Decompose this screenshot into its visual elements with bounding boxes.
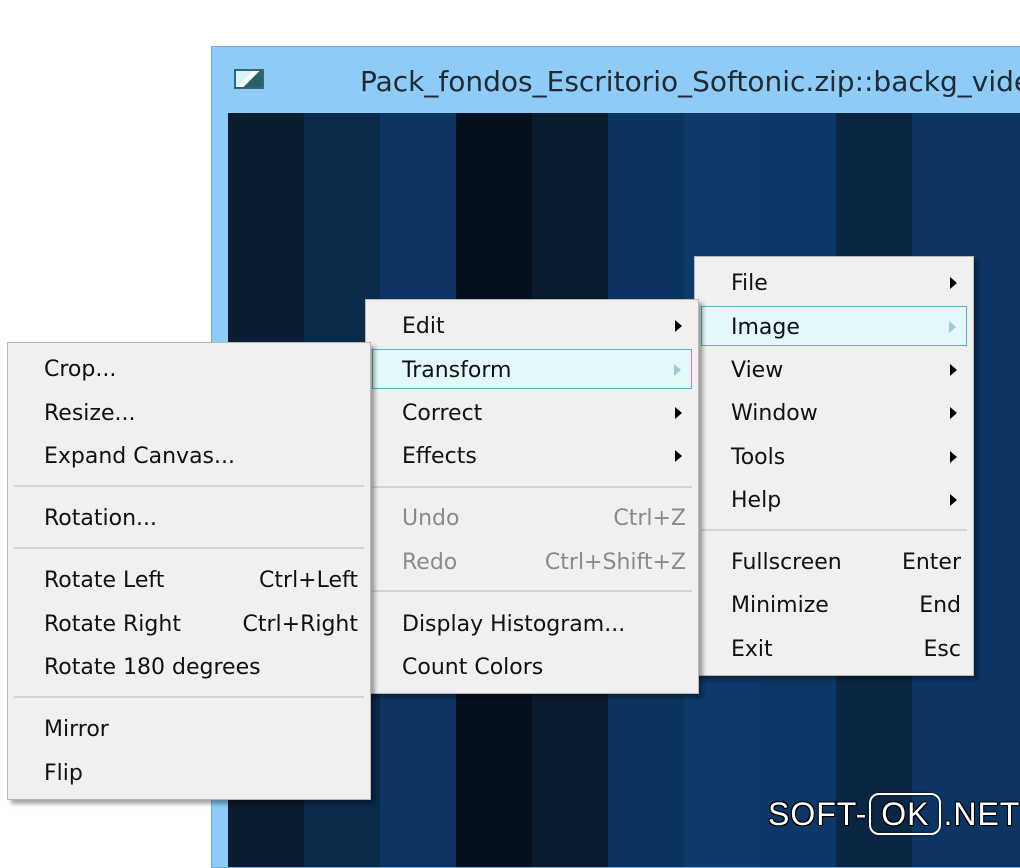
menu-item-shortcut: Ctrl+Z (613, 506, 686, 531)
menu-item-label: Exit (731, 637, 773, 662)
menu-item-display-histogram[interactable]: Display Histogram... (372, 604, 692, 644)
menu-item-label: Crop... (44, 357, 117, 382)
menu-item-file[interactable]: File (701, 263, 967, 303)
menu-item-shortcut: Ctrl+Shift+Z (544, 550, 686, 575)
menu-item-label: Edit (402, 314, 445, 339)
submenu-arrow-icon (675, 320, 682, 332)
transform-submenu: Crop... Resize... Expand Canvas... Rotat… (7, 342, 371, 800)
watermark: SOFT- OK .NET (768, 792, 1020, 836)
menu-item-redo[interactable]: Redo Ctrl+Shift+Z (372, 542, 692, 582)
menu-item-label: Rotate Right (44, 612, 181, 637)
menu-item-flip[interactable]: Flip (14, 753, 364, 793)
menu-item-label: Tools (731, 445, 786, 470)
submenu-arrow-icon (950, 451, 957, 463)
submenu-arrow-icon (950, 364, 957, 376)
submenu-arrow-icon (950, 277, 957, 289)
menu-item-label: Correct (402, 401, 483, 426)
menu-item-image[interactable]: Image (701, 306, 967, 346)
submenu-arrow-icon (950, 494, 957, 506)
menu-item-effects[interactable]: Effects (372, 436, 692, 476)
menu-item-label: Display Histogram... (402, 612, 626, 637)
menu-item-label: View (731, 358, 784, 383)
menu-item-label: Fullscreen (731, 550, 842, 575)
menu-item-crop[interactable]: Crop... (14, 349, 364, 389)
menu-item-shortcut: Enter (901, 550, 961, 575)
menu-item-label: Count Colors (402, 655, 544, 680)
menu-item-rotation[interactable]: Rotation... (14, 498, 364, 538)
menu-separator (14, 547, 364, 549)
menu-item-shortcut: End (919, 593, 961, 618)
menu-item-label: Rotate 180 degrees (44, 655, 261, 680)
menu-item-resize[interactable]: Resize... (14, 393, 364, 433)
menu-item-undo[interactable]: Undo Ctrl+Z (372, 498, 692, 538)
menu-item-exit[interactable]: Exit Esc (701, 629, 967, 669)
menu-item-rotate-180[interactable]: Rotate 180 degrees (14, 647, 364, 687)
window-title: Pack_fondos_Escritorio_Softonic.zip::bac… (360, 65, 1020, 98)
menu-item-fullscreen[interactable]: Fullscreen Enter (701, 542, 967, 582)
menu-item-tools[interactable]: Tools (701, 437, 967, 477)
main-context-menu: File Image View Window Tools Help Fullsc… (694, 256, 974, 676)
menu-item-label: Image (731, 315, 800, 340)
submenu-arrow-icon (949, 321, 956, 333)
watermark-ok: OK (869, 793, 942, 835)
submenu-arrow-icon (950, 407, 957, 419)
menu-item-label: Redo (402, 550, 458, 575)
menu-item-label: Transform (402, 358, 512, 383)
submenu-arrow-icon (675, 407, 682, 419)
image-file-icon[interactable] (234, 69, 264, 89)
menu-item-label: Help (731, 488, 782, 513)
image-stripe (988, 113, 1020, 867)
menu-item-minimize[interactable]: Minimize End (701, 585, 967, 625)
menu-item-label: Resize... (44, 401, 136, 426)
title-bar[interactable]: Pack_fondos_Escritorio_Softonic.zip::bac… (212, 47, 1020, 113)
watermark-right: .NET (943, 795, 1020, 832)
menu-item-shortcut: Ctrl+Right (242, 612, 358, 637)
menu-item-label: Mirror (44, 717, 109, 742)
menu-item-label: Minimize (731, 593, 829, 618)
menu-item-window[interactable]: Window (701, 393, 967, 433)
menu-separator (14, 696, 364, 698)
image-submenu: Edit Transform Correct Effects Undo Ctrl… (365, 299, 699, 694)
menu-separator (372, 590, 692, 592)
menu-item-shortcut: Esc (923, 637, 961, 662)
watermark-left: SOFT- (768, 795, 868, 832)
menu-item-label: Rotate Left (44, 568, 165, 593)
menu-item-label: Expand Canvas... (44, 444, 235, 469)
menu-item-count-colors[interactable]: Count Colors (372, 647, 692, 687)
menu-item-label: Window (731, 401, 818, 426)
menu-separator (701, 529, 967, 531)
menu-separator (14, 485, 364, 487)
menu-item-edit[interactable]: Edit (372, 306, 692, 346)
menu-item-rotate-right[interactable]: Rotate Right Ctrl+Right (14, 604, 364, 644)
menu-separator (372, 486, 692, 488)
submenu-arrow-icon (674, 364, 681, 376)
submenu-arrow-icon (675, 450, 682, 462)
menu-item-correct[interactable]: Correct (372, 393, 692, 433)
menu-item-help[interactable]: Help (701, 480, 967, 520)
menu-item-expand-canvas[interactable]: Expand Canvas... (14, 436, 364, 476)
menu-item-mirror[interactable]: Mirror (14, 709, 364, 749)
menu-item-label: File (731, 271, 768, 296)
menu-item-label: Undo (402, 506, 460, 531)
menu-item-rotate-left[interactable]: Rotate Left Ctrl+Left (14, 560, 364, 600)
menu-item-label: Flip (44, 761, 83, 786)
menu-item-label: Rotation... (44, 506, 157, 531)
menu-item-label: Effects (402, 444, 477, 469)
menu-item-view[interactable]: View (701, 350, 967, 390)
menu-item-transform[interactable]: Transform (372, 349, 692, 389)
menu-item-shortcut: Ctrl+Left (259, 568, 358, 593)
